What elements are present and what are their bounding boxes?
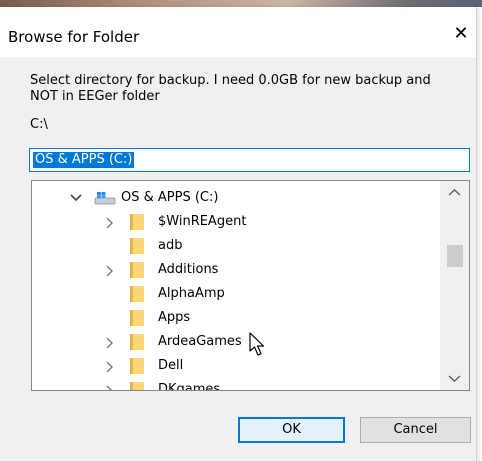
folder-icon	[130, 286, 144, 302]
background-window-strip	[0, 0, 482, 7]
folder-icon	[130, 334, 144, 350]
chevron-down-icon	[448, 375, 461, 382]
folder-icon	[130, 238, 144, 254]
folder-name-input[interactable]: OS & APPS (C:)	[29, 148, 470, 172]
chevron-down-icon[interactable]	[70, 186, 82, 210]
folder-name-selected-text: OS & APPS (C:)	[33, 152, 135, 168]
title-bar[interactable]: Browse for Folder ✕	[0, 7, 476, 57]
scrollbar-thumb[interactable]	[447, 245, 463, 267]
tree-item[interactable]: AlphaAmp	[32, 282, 440, 306]
ok-button[interactable]: OK	[238, 417, 345, 443]
folder-icon	[130, 262, 144, 278]
folder-icon	[130, 310, 144, 326]
tree-item[interactable]: Additions	[32, 258, 440, 282]
folder-icon	[130, 382, 144, 390]
tree-item[interactable]: ArdeaGames	[32, 330, 440, 354]
chevron-right-icon[interactable]	[104, 354, 116, 378]
tree-item-label: $WinREAgent	[158, 214, 247, 229]
scroll-up-button[interactable]	[440, 181, 469, 205]
vertical-scrollbar[interactable]	[440, 181, 469, 390]
chevron-right-icon[interactable]	[104, 210, 116, 234]
close-icon: ✕	[453, 23, 469, 44]
tree-item[interactable]: $WinREAgent	[32, 210, 440, 234]
chevron-right-icon[interactable]	[104, 378, 116, 390]
current-path: C:\	[30, 117, 48, 132]
mouse-pointer-icon	[249, 332, 265, 356]
folder-tree[interactable]: OS & APPS (C:) $WinREAgent adb Additions…	[31, 180, 470, 391]
close-button[interactable]: ✕	[448, 21, 474, 47]
tree-item-label: ArdeaGames	[158, 334, 242, 349]
chevron-right-icon[interactable]	[104, 258, 116, 282]
cancel-button[interactable]: Cancel	[360, 417, 471, 443]
tree-item-label: Additions	[158, 262, 219, 277]
tree-root-item[interactable]: OS & APPS (C:)	[32, 186, 440, 210]
tree-item-label: DKgames	[158, 382, 221, 391]
browse-for-folder-dialog: Browse for Folder ✕ Select directory for…	[0, 7, 477, 461]
tree-item-label: OS & APPS (C:)	[121, 190, 219, 205]
dialog-title: Browse for Folder	[8, 28, 140, 46]
tree-item[interactable]: adb	[32, 234, 440, 258]
tree-item-label: Dell	[158, 358, 184, 373]
tree-item-label: AlphaAmp	[158, 286, 225, 301]
chevron-right-icon[interactable]	[104, 330, 116, 354]
drive-icon	[94, 192, 116, 205]
tree-item[interactable]: Dell	[32, 354, 440, 378]
dialog-description: Select directory for backup. I need 0.0G…	[30, 73, 431, 104]
folder-icon	[130, 214, 144, 230]
scroll-down-button[interactable]	[440, 366, 469, 390]
tree-item-label: Apps	[158, 310, 191, 325]
tree-item-label: adb	[158, 238, 183, 253]
chevron-up-icon	[448, 189, 461, 196]
tree-item[interactable]: Apps	[32, 306, 440, 330]
tree-item[interactable]: DKgames	[32, 378, 440, 391]
folder-icon	[130, 358, 144, 374]
